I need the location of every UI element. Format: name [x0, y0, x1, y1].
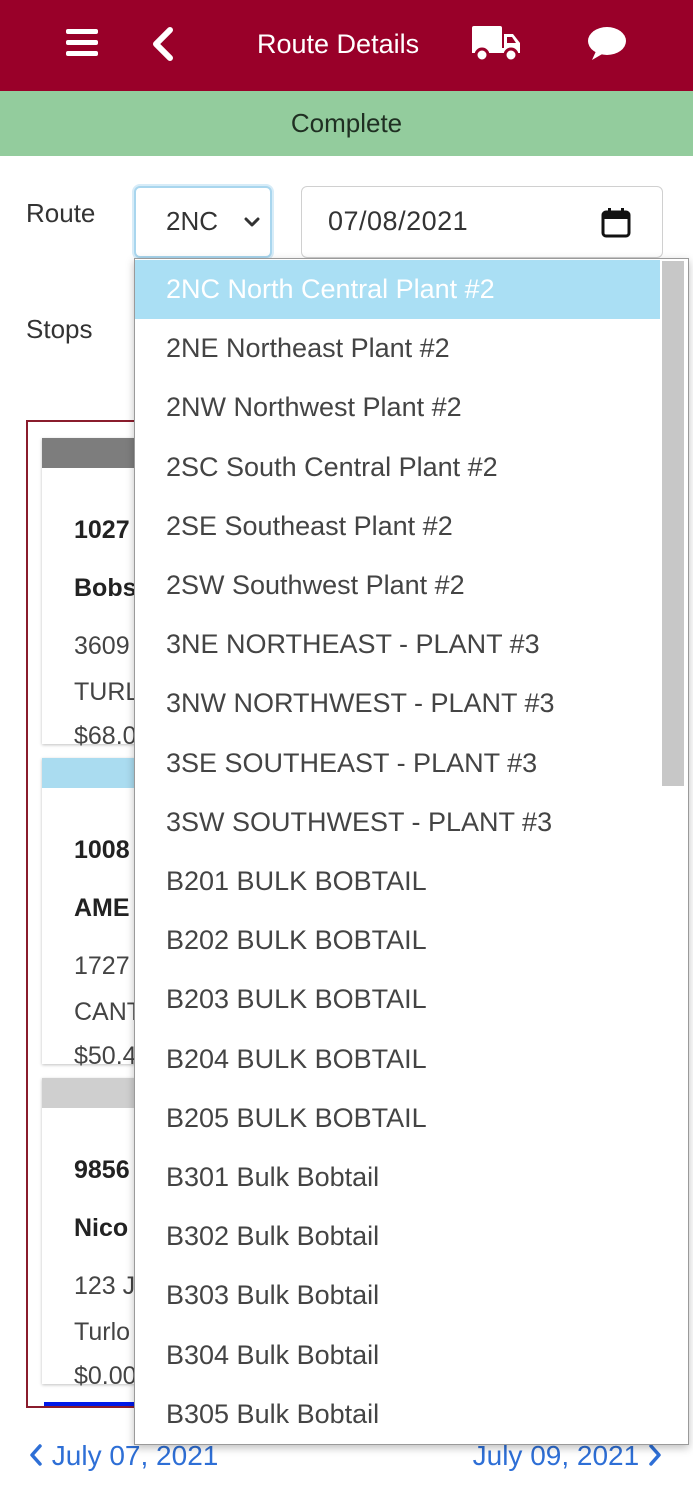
route-dropdown-list: B305 Bulk Bobtail B304 Bulk Bobtail B303 B… [134, 258, 689, 1445]
stop-status-strip [42, 438, 146, 468]
stop-card[interactable]: 1027 Bobs 3609 TURL $68.0 [42, 438, 146, 750]
stop-status-strip [42, 758, 146, 788]
route-option[interactable]: 3SE SOUTHEAST - PLANT #3 [135, 734, 661, 793]
route-option[interactable]: B205 BULK BOBTAIL [135, 1089, 661, 1148]
stop-customer-name: AME [74, 894, 130, 922]
stop-card[interactable]: 1008 AME 1727 CANT $50.4 [42, 758, 146, 1070]
dropdown-scrollbar-thumb[interactable] [662, 261, 684, 786]
stop-card[interactable]: 9856 Nico 123 J Turlo $0.00 [42, 1078, 146, 1390]
truck-icon[interactable] [470, 22, 522, 64]
route-status-bar: Complete [0, 91, 693, 156]
stop-customer-name: Nico [74, 1214, 129, 1242]
route-details-page: Route Details Complete Route 2NC 07/08/2… [0, 0, 693, 1500]
calendar-icon[interactable] [600, 207, 632, 239]
stop-status-strip [42, 1078, 146, 1108]
route-date-input[interactable]: 07/08/2021 [301, 186, 663, 258]
route-select-value: 2NC [166, 206, 219, 236]
chevron-left-icon [30, 1444, 42, 1466]
route-option[interactable]: B303 Bulk Bobtail [135, 1266, 661, 1325]
route-option[interactable]: 2NE Northeast Plant #2 [135, 319, 661, 378]
stop-address-line2: CANT [74, 998, 143, 1026]
hamburger-menu-icon[interactable] [64, 25, 100, 61]
route-option[interactable]: B202 BULK BOBTAIL [135, 911, 661, 970]
route-option[interactable]: B204 BULK BOBTAIL [135, 1030, 661, 1089]
app-header: Route Details [0, 0, 693, 91]
route-select[interactable]: 2NC [134, 186, 272, 258]
back-chevron-icon[interactable] [146, 24, 178, 64]
stop-amount: $0.00 [74, 1362, 137, 1390]
stop-number: 1027 [74, 516, 130, 544]
stop-address-line2: Turlo [74, 1318, 131, 1346]
route-option[interactable]: 2NC North Central Plant #2 [135, 260, 661, 319]
route-option[interactable]: B201 BULK BOBTAIL [135, 852, 661, 911]
stop-number: 9856 [74, 1156, 130, 1184]
stop-status-strip [44, 1402, 146, 1406]
stops-label: Stops [26, 314, 93, 344]
route-date-value: 07/08/2021 [328, 206, 469, 236]
route-option[interactable]: B304 Bulk Bobtail [135, 1326, 661, 1385]
stop-amount: $68.0 [74, 722, 137, 750]
chevron-down-icon [244, 217, 260, 227]
date-navigation: July 07, 2021 July 09, 2021 [0, 1440, 693, 1484]
stops-list: 1027 Bobs 3609 TURL $68.0 1008 AME 1727 … [26, 420, 146, 1408]
route-option[interactable]: 2NW Northwest Plant #2 [135, 378, 661, 437]
route-option[interactable]: 3SW SOUTHWEST - PLANT #3 [135, 793, 661, 852]
route-option[interactable]: 2SC South Central Plant #2 [135, 438, 661, 497]
route-option[interactable]: B301 Bulk Bobtail [135, 1148, 661, 1207]
chevron-right-icon [649, 1444, 661, 1466]
route-option[interactable]: B305 Bulk Bobtail [135, 1385, 661, 1444]
stop-address-line1: 1727 [74, 952, 130, 980]
chat-bubble-icon[interactable] [586, 24, 628, 62]
stop-address-line2: TURL [74, 678, 140, 706]
route-option[interactable]: 3NE NORTHEAST - PLANT #3 [135, 615, 661, 674]
stop-amount: $50.4 [74, 1042, 137, 1070]
page-title: Route Details [257, 29, 420, 59]
stop-address-line1: 123 J [74, 1272, 136, 1300]
stop-number: 1008 [74, 836, 130, 864]
route-option[interactable]: 2SE Southeast Plant #2 [135, 497, 661, 556]
route-label: Route [26, 198, 96, 228]
stop-address-line1: 3609 [74, 632, 130, 660]
route-option[interactable]: B203 BULK BOBTAIL [135, 970, 661, 1029]
route-option[interactable]: 2SW Southwest Plant #2 [135, 556, 661, 615]
route-option[interactable]: 3NW NORTHWEST - PLANT #3 [135, 674, 661, 733]
stop-customer-name: Bobs [74, 574, 137, 602]
route-option[interactable]: B302 Bulk Bobtail [135, 1207, 661, 1266]
